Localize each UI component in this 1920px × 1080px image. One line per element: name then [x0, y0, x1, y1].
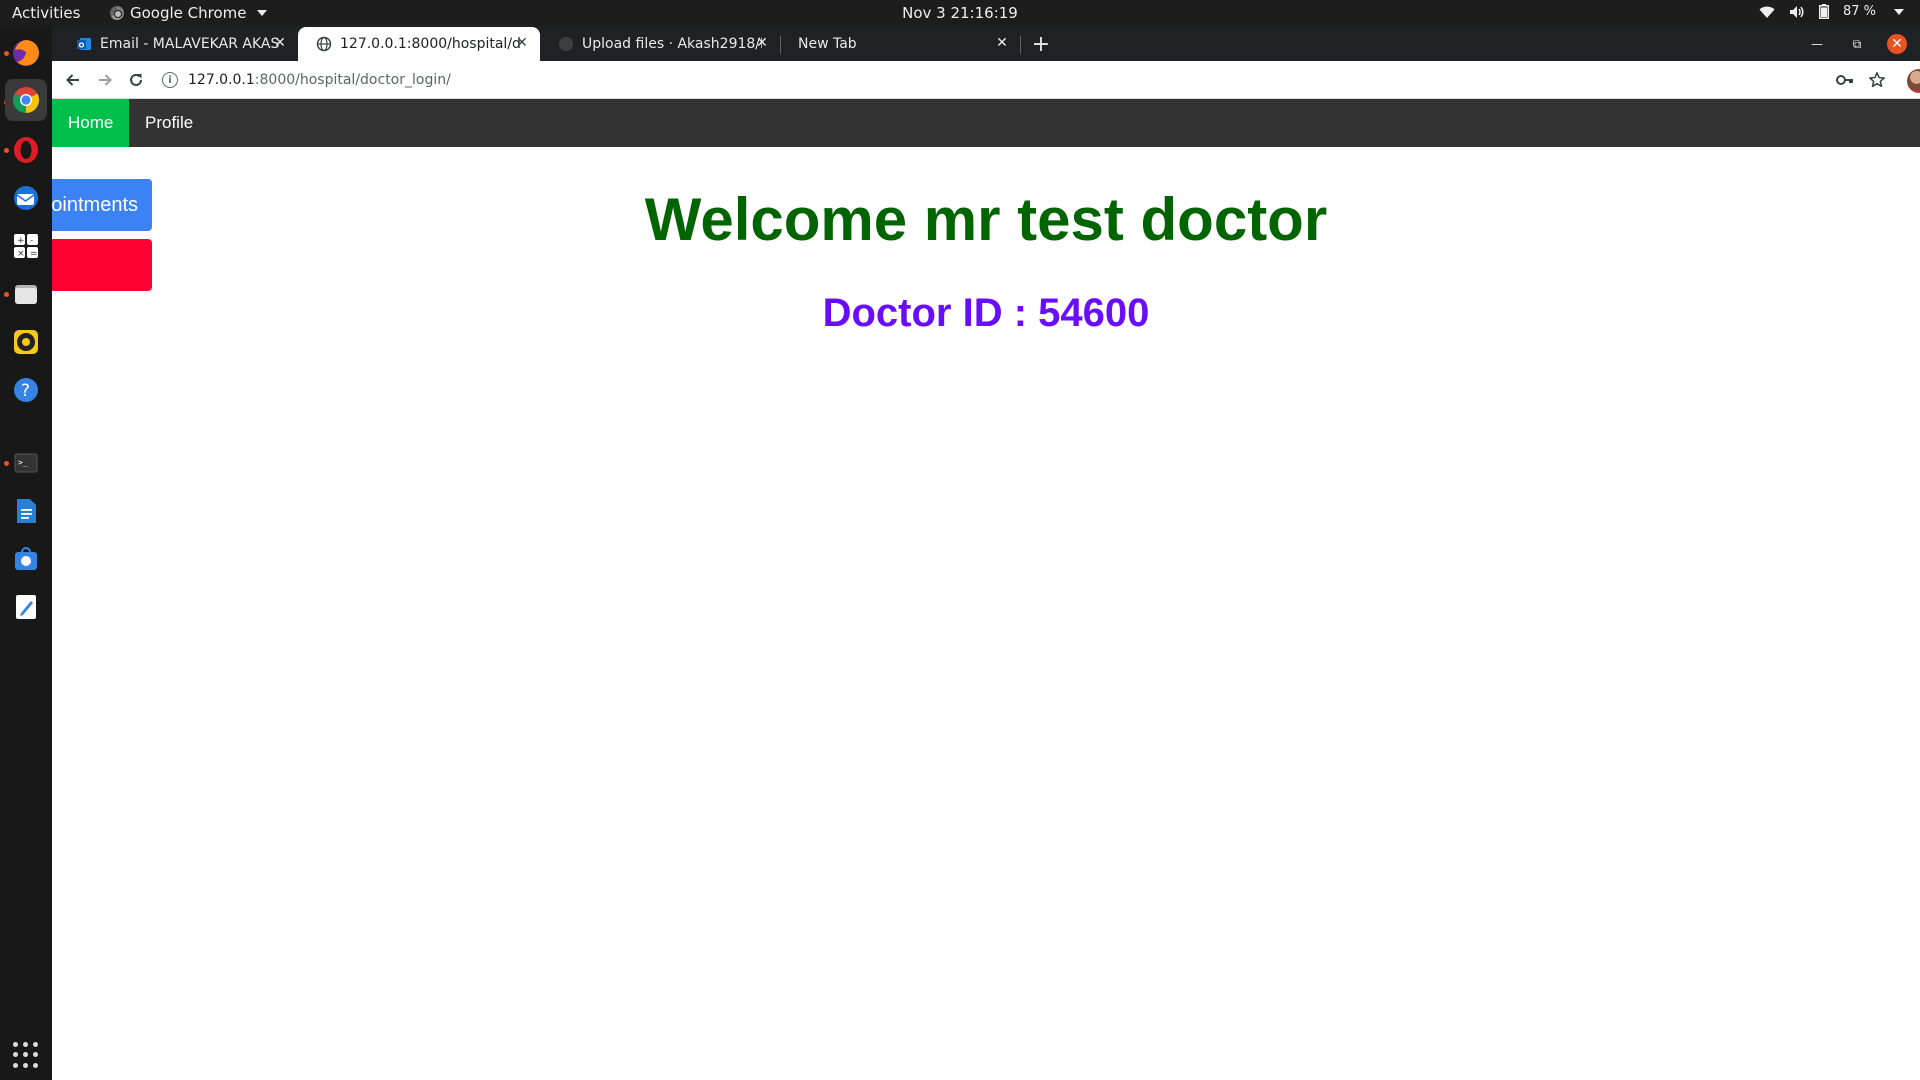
- svg-text:+: +: [17, 236, 25, 246]
- minimize-button[interactable]: —: [1807, 34, 1827, 54]
- dock: + - × = ? >_: [0, 27, 52, 1080]
- volume-icon: [1789, 5, 1805, 19]
- close-icon[interactable]: ✕: [514, 35, 530, 51]
- close-icon[interactable]: ✕: [754, 35, 770, 51]
- clock[interactable]: Nov 3 21:16:19: [0, 4, 1920, 22]
- thunderbird-icon[interactable]: [10, 182, 42, 214]
- running-indicator: [4, 292, 9, 297]
- running-indicator: [4, 461, 9, 466]
- nav-home-link[interactable]: Home: [52, 99, 129, 147]
- address-bar[interactable]: i 127.0.0.1:8000/hospital/doctor_login/: [162, 65, 1802, 95]
- doctor-id-heading: Doctor ID : 54600: [822, 291, 1150, 335]
- text-editor-icon[interactable]: [10, 591, 42, 623]
- chrome-icon: [110, 6, 124, 20]
- chevron-down-icon: [256, 10, 267, 16]
- tab-strip: O Email - MALAVEKAR AKASH ✕ 127.0.0.1:80…: [52, 27, 1920, 61]
- browser-toolbar: i 127.0.0.1:8000/hospital/doctor_login/: [52, 61, 1920, 99]
- chevron-down-icon: [1894, 8, 1904, 15]
- profile-avatar[interactable]: [1907, 69, 1920, 93]
- svg-text:O: O: [79, 42, 85, 50]
- battery-percent: 87 %: [1842, 4, 1876, 19]
- url-path: :8000/hospital/doctor_login/: [254, 72, 451, 88]
- rhythmbox-icon[interactable]: [10, 326, 42, 358]
- activities-button[interactable]: Activities: [12, 4, 80, 22]
- tab-upload-files[interactable]: Upload files · Akash2918/Hospital ✕: [540, 27, 780, 61]
- show-applications-button[interactable]: [13, 1042, 39, 1068]
- svg-text:=: =: [30, 249, 38, 259]
- tab-doctor-login[interactable]: 127.0.0.1:8000/hospital/doctor_login/ ✕: [298, 27, 540, 61]
- app-menu[interactable]: Google Chrome: [110, 4, 267, 22]
- chrome-icon[interactable]: [5, 79, 47, 121]
- files-icon[interactable]: [10, 278, 42, 310]
- site-info-icon[interactable]: i: [162, 72, 178, 88]
- tab-title: 127.0.0.1:8000/hospital/doctor_login/: [340, 36, 520, 52]
- tab-email[interactable]: O Email - MALAVEKAR AKASH ✕: [58, 27, 298, 61]
- app-menu-label: Google Chrome: [130, 4, 247, 22]
- close-icon[interactable]: ✕: [272, 35, 288, 51]
- running-indicator: [4, 51, 9, 56]
- outlook-icon: O: [76, 36, 92, 52]
- key-icon[interactable]: [1835, 70, 1855, 90]
- svg-text:>_: >_: [18, 458, 28, 467]
- running-indicator: [4, 148, 9, 153]
- nav-profile-link[interactable]: Profile: [129, 99, 209, 147]
- svg-text:?: ?: [21, 381, 30, 401]
- back-button[interactable]: [61, 68, 85, 92]
- globe-icon: [316, 36, 332, 52]
- tab-title: Email - MALAVEKAR AKASH: [100, 36, 280, 52]
- system-top-bar: Activities Google Chrome Nov 3 21:16:19 …: [0, 0, 1920, 27]
- calculator-icon[interactable]: + - × =: [10, 230, 42, 262]
- firefox-icon[interactable]: [10, 37, 42, 69]
- close-icon[interactable]: ✕: [994, 35, 1010, 51]
- svg-text:×: ×: [17, 249, 25, 259]
- tab-new-tab[interactable]: New Tab ✕: [780, 27, 1020, 61]
- window-close-button[interactable]: ✕: [1887, 34, 1907, 54]
- forward-button[interactable]: [93, 68, 117, 92]
- welcome-heading: Welcome mr test doctor: [644, 186, 1328, 253]
- tab-title: Upload files · Akash2918/Hospital: [582, 36, 762, 52]
- new-tab-button[interactable]: +: [1027, 30, 1055, 58]
- tab-separator: [1020, 36, 1021, 54]
- wifi-icon: [1759, 5, 1775, 19]
- tab-title: New Tab: [798, 36, 857, 52]
- github-icon: [558, 36, 574, 52]
- restore-button[interactable]: ⧉: [1847, 34, 1867, 54]
- software-icon[interactable]: [10, 543, 42, 575]
- system-status-area[interactable]: 87 %: [1759, 4, 1904, 19]
- opera-icon[interactable]: [10, 134, 42, 166]
- terminal-icon[interactable]: >_: [10, 447, 42, 479]
- bookmark-star-icon[interactable]: [1867, 70, 1887, 90]
- svg-text:-: -: [30, 236, 33, 246]
- reload-button[interactable]: [124, 68, 148, 92]
- site-navbar: Home Profile: [52, 99, 1920, 147]
- battery-icon: [1818, 4, 1829, 19]
- writer-icon[interactable]: [10, 495, 42, 527]
- url-host: 127.0.0.1: [188, 72, 255, 88]
- help-icon[interactable]: ?: [10, 374, 42, 406]
- web-page: Home Profile Appointments Logout Welcome…: [52, 99, 1920, 1080]
